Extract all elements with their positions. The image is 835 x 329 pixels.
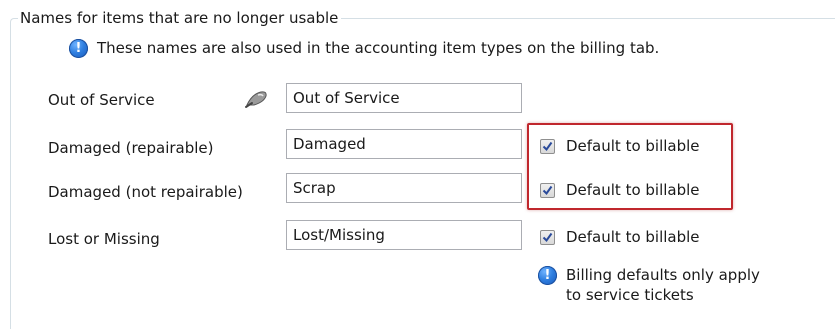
group-legend: Names for items that are no longer usabl… [18,8,342,28]
info-banner-text: These names are also used in the account… [97,39,660,57]
damaged-repairable-input[interactable] [286,129,522,159]
out-of-service-input[interactable] [286,83,522,113]
billing-note-line1: Billing defaults only apply [566,266,760,284]
lost-or-missing-billable-label[interactable]: Default to billable [566,227,700,247]
row-label-damaged-not-repairable: Damaged (not repairable) [48,183,243,201]
row-label-out-of-service: Out of Service [48,91,155,109]
damaged-not-repairable-input[interactable] [286,173,522,203]
lost-or-missing-input[interactable] [286,220,522,250]
pen-icon[interactable] [244,88,270,110]
info-icon: ! [538,266,557,285]
billing-note-line2: to service tickets [566,286,694,304]
info-icon: ! [69,39,88,58]
checkmark-icon [542,232,553,243]
lost-or-missing-billable-checkbox[interactable] [540,230,555,245]
row-label-lost-or-missing: Lost or Missing [48,230,160,248]
row-label-damaged-repairable: Damaged (repairable) [48,139,214,157]
highlight-box [527,123,733,210]
